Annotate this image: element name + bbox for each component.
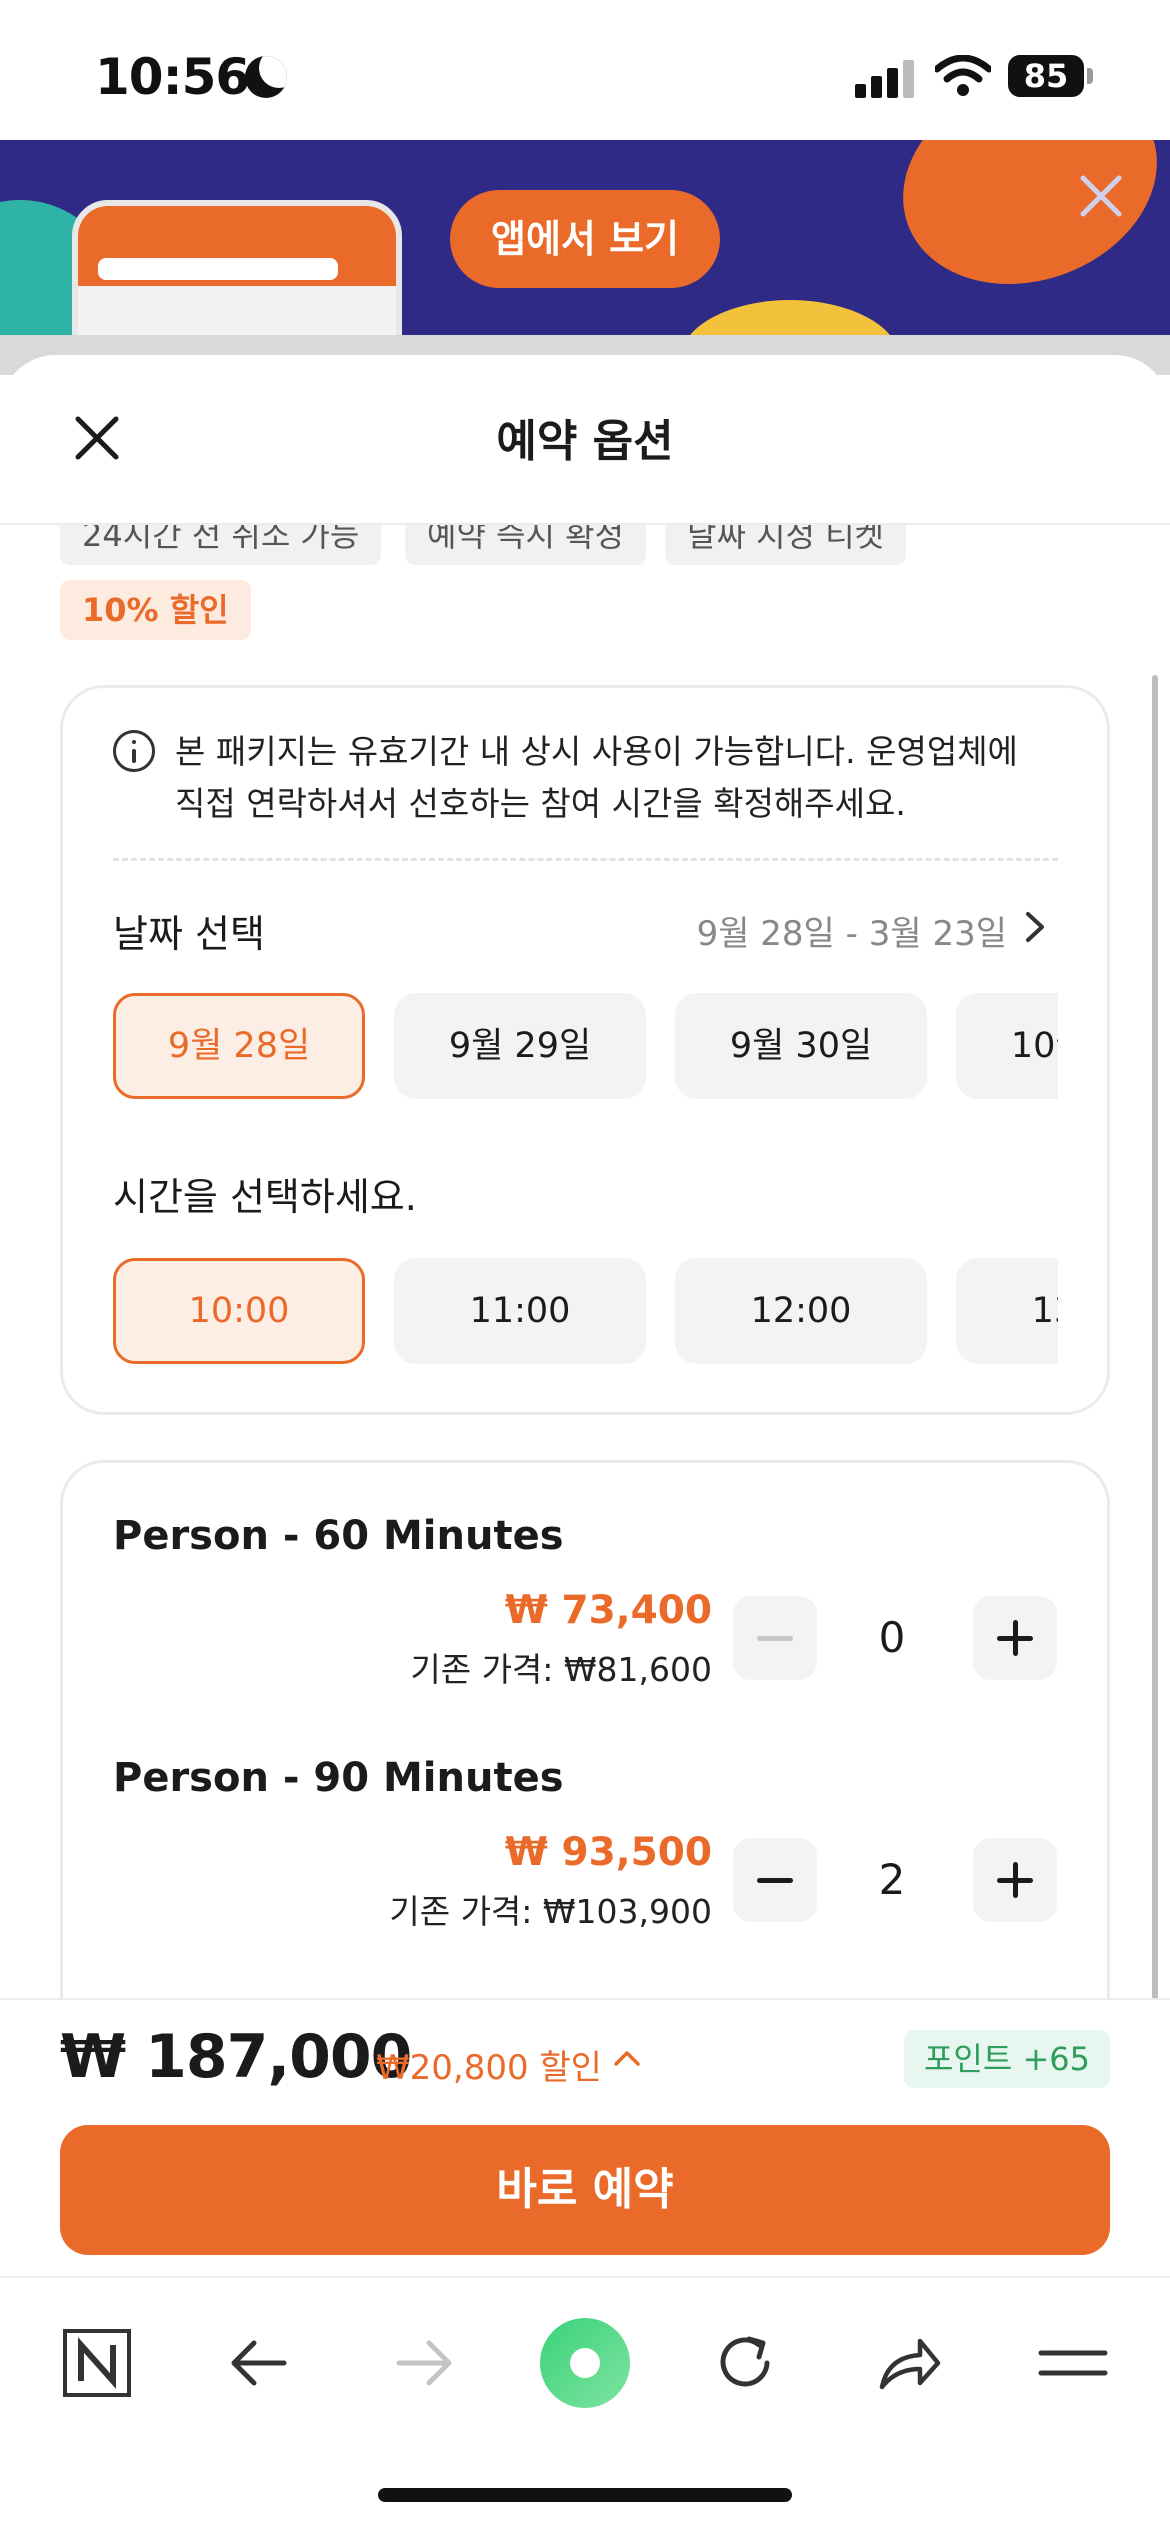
battery-tip — [1087, 68, 1093, 84]
info-icon — [113, 730, 155, 772]
share-icon[interactable] — [868, 2323, 948, 2403]
close-icon[interactable] — [1075, 170, 1127, 222]
back-arrow-icon[interactable] — [220, 2323, 300, 2403]
date-chip[interactable]: 10월 1일 — [956, 993, 1058, 1099]
quantity-value: 2 — [878, 1855, 906, 1904]
sheet-title: 예약 옵션 — [496, 416, 674, 467]
date-chips: 9월 28일 9월 29일 9월 30일 10월 1일 — [113, 993, 1058, 1103]
forward-arrow-icon[interactable] — [383, 2323, 463, 2403]
date-select-label: 날짜 선택 — [113, 912, 265, 956]
banner-decoration — [873, 140, 1170, 319]
reload-icon[interactable] — [705, 2323, 785, 2403]
banner-decoration — [680, 300, 900, 335]
sheet-header: 예약 옵션 — [0, 355, 1170, 525]
battery-level: 85 — [1008, 55, 1084, 97]
naver-n-icon[interactable] — [57, 2323, 137, 2403]
green-dot-icon[interactable] — [538, 2316, 632, 2410]
option-name: Person - 60 Minutes — [113, 1513, 564, 1559]
time-chips: 10:00 11:00 12:00 13:00 — [113, 1258, 1058, 1368]
status-time: 10:56 — [95, 48, 250, 106]
menu-icon[interactable] — [1033, 2323, 1113, 2403]
date-chip[interactable]: 9월 28일 — [113, 993, 365, 1099]
decrease-button[interactable] — [733, 1838, 817, 1922]
original-price: 기존 가격: ₩81,600 — [410, 1650, 712, 1689]
status-bar: 10:56 85 — [0, 0, 1170, 140]
discount-badge: 10% 할인 — [60, 580, 251, 640]
points-badge: 포인트 +65 — [903, 2030, 1110, 2088]
time-chip[interactable]: 10:00 — [113, 1258, 365, 1364]
time-chip[interactable]: 11:00 — [394, 1258, 646, 1364]
app-banner: 앱에서 보기 — [0, 140, 1170, 335]
book-now-button[interactable]: 바로 예약 — [60, 2125, 1110, 2255]
time-select-label: 시간을 선택하세요. — [113, 1175, 417, 1219]
signal-icon — [855, 60, 915, 98]
decrease-button[interactable] — [733, 1596, 817, 1680]
sale-price: ₩ 73,400 — [504, 1588, 712, 1633]
sale-price: ₩ 93,500 — [504, 1830, 712, 1875]
scrollbar[interactable] — [1152, 675, 1158, 2025]
increase-button[interactable] — [973, 1596, 1057, 1680]
date-range[interactable]: 9월 28일 - 3월 23일 — [697, 906, 1007, 955]
schedule-card: 본 패키지는 유효기간 내 상시 사용이 가능합니다. 운영업체에 직접 연락하… — [60, 685, 1110, 1415]
home-indicator — [378, 2488, 792, 2502]
booking-summary-bar: ₩ 187,000 ₩20,800 할인 포인트 +65 바로 예약 — [0, 1998, 1170, 2278]
time-chip[interactable]: 12:00 — [675, 1258, 927, 1364]
wifi-icon — [935, 55, 991, 96]
quantity-value: 0 — [878, 1613, 906, 1662]
info-notice: 본 패키지는 유효기간 내 상시 사용이 가능합니다. 운영업체에 직접 연락하… — [175, 732, 1018, 823]
chevron-right-icon[interactable] — [1018, 910, 1052, 944]
moon-icon — [245, 56, 287, 98]
divider — [113, 858, 1058, 861]
increase-button[interactable] — [973, 1838, 1057, 1922]
original-price: 기존 가격: ₩103,900 — [389, 1892, 712, 1931]
option-name: Person - 90 Minutes — [113, 1755, 564, 1801]
phone-illustration — [72, 200, 402, 335]
total-price: ₩ 187,000 — [60, 2022, 412, 2092]
open-in-app-button[interactable]: 앱에서 보기 — [450, 190, 720, 288]
chevron-up-icon[interactable] — [612, 2044, 642, 2074]
date-chip[interactable]: 9월 29일 — [394, 993, 646, 1099]
discount-amount[interactable]: ₩20,800 할인 — [376, 2040, 602, 2089]
date-chip[interactable]: 9월 30일 — [675, 993, 927, 1099]
time-chip[interactable]: 13:00 — [956, 1258, 1058, 1364]
